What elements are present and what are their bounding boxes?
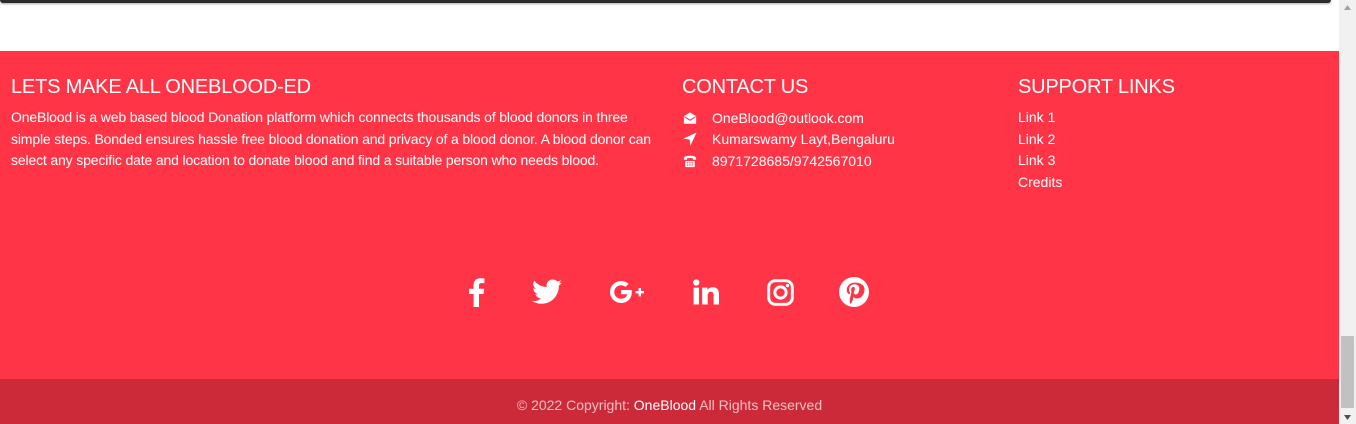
support-links-list: Link 1 Link 2 Link 3 Credits xyxy=(1018,107,1318,193)
copyright-brand-link[interactable]: OneBlood xyxy=(634,397,696,413)
support-section: SUPPORT LINKS Link 1 Link 2 Link 3 Credi… xyxy=(1018,75,1318,193)
list-item: Link 2 xyxy=(1018,129,1318,151)
about-text: OneBlood is a web based blood Donation p… xyxy=(11,109,651,169)
phone-icon xyxy=(683,154,697,168)
copyright-bar: © 2022 Copyright: OneBlood All Rights Re… xyxy=(0,379,1339,424)
contact-email-text: OneBlood@outlook.com xyxy=(712,109,864,126)
list-item: Credits xyxy=(1018,172,1318,194)
page: LETS MAKE ALL ONEBLOOD-ED OneBlood is a … xyxy=(0,0,1356,424)
location-arrow-icon xyxy=(683,132,697,146)
about-section: LETS MAKE ALL ONEBLOOD-ED OneBlood is a … xyxy=(11,75,661,172)
footer: LETS MAKE ALL ONEBLOOD-ED OneBlood is a … xyxy=(0,51,1339,379)
contact-address: Kumarswamy Layt,Bengaluru xyxy=(682,129,1002,151)
social-links xyxy=(0,273,1339,311)
support-heading: SUPPORT LINKS xyxy=(1018,76,1175,98)
google-plus-icon[interactable] xyxy=(606,273,650,311)
list-item: Link 1 xyxy=(1018,107,1318,129)
support-link-credits[interactable]: Credits xyxy=(1018,174,1062,190)
facebook-icon[interactable] xyxy=(464,273,488,311)
copyright-suffix: All Rights Reserved xyxy=(696,397,823,413)
linkedin-icon[interactable] xyxy=(692,273,720,311)
contact-phone: 8971728685/9742567010 xyxy=(682,150,1002,172)
contact-phone-text: 8971728685/9742567010 xyxy=(712,152,872,169)
list-item: Link 3 xyxy=(1018,150,1318,172)
support-link-3[interactable]: Link 3 xyxy=(1018,152,1055,168)
content-card-bottom-edge xyxy=(0,0,1331,3)
support-link-1[interactable]: Link 1 xyxy=(1018,109,1055,125)
vertical-scrollbar[interactable] xyxy=(1339,0,1356,424)
pinterest-icon[interactable] xyxy=(838,273,870,311)
copyright-prefix: © 2022 Copyright: xyxy=(516,397,634,413)
support-link-2[interactable]: Link 2 xyxy=(1018,131,1055,147)
about-heading: LETS MAKE ALL ONEBLOOD-ED xyxy=(11,76,311,98)
contact-address-text: Kumarswamy Layt,Bengaluru xyxy=(712,131,895,148)
envelope-open-icon xyxy=(683,111,697,125)
scroll-down-arrow-icon[interactable] xyxy=(1339,410,1356,424)
twitter-icon[interactable] xyxy=(530,273,564,311)
scroll-up-arrow-icon[interactable] xyxy=(1339,0,1356,14)
scroll-thumb[interactable] xyxy=(1341,336,1354,408)
instagram-icon[interactable] xyxy=(765,273,795,311)
contact-email: OneBlood@outlook.com xyxy=(682,107,1002,129)
contact-section: CONTACT US OneBlood@outlook.com Kumarswa… xyxy=(682,75,1002,172)
contact-heading: CONTACT US xyxy=(682,76,809,98)
